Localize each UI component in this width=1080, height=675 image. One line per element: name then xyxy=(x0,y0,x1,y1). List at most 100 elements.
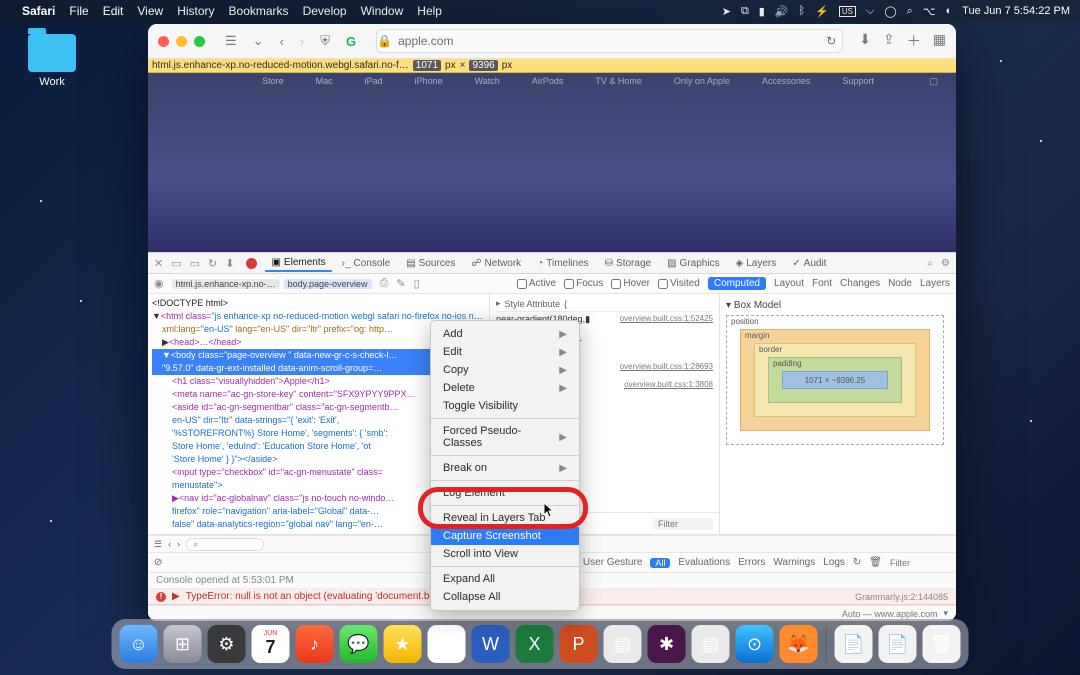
dock-firefox[interactable]: 🦊 xyxy=(780,625,818,663)
tab-graphics[interactable]: ▨Graphics xyxy=(661,256,725,271)
filter-all[interactable]: All xyxy=(650,558,670,568)
error-source-link[interactable]: Grammarly.js:2:144085 xyxy=(855,592,948,602)
tab-layers[interactable]: ◈Layers xyxy=(730,256,783,271)
ctx-break-on[interactable]: Break on▶ xyxy=(431,459,579,477)
ctx-delete[interactable]: Delete▶ xyxy=(431,379,579,397)
menubar-file[interactable]: File xyxy=(69,4,88,18)
error-count-badge[interactable] xyxy=(246,258,257,269)
tab-storage[interactable]: ⛁Storage xyxy=(599,256,657,271)
inspector-reload-icon[interactable]: ↻ xyxy=(208,257,217,270)
ctx-toggle-visibility[interactable]: Toggle Visibility xyxy=(431,397,579,415)
window-close-button[interactable] xyxy=(158,36,169,47)
tab-overview-icon[interactable]: ▦ xyxy=(933,31,946,51)
ctx-scroll-into-view[interactable]: Scroll into View xyxy=(431,545,579,563)
status-dropdown-icon[interactable]: ▾ xyxy=(943,608,948,619)
ctx-copy[interactable]: Copy▶ xyxy=(431,361,579,379)
ctx-log-element[interactable]: Log Element xyxy=(431,484,579,502)
styles-filter-input[interactable] xyxy=(653,518,713,530)
tab-audit[interactable]: ✓Audit xyxy=(786,256,832,271)
dock-music[interactable]: ♪ xyxy=(296,625,334,663)
ctx-reveal-layers[interactable]: Reveal in Layers Tab xyxy=(431,509,579,527)
paint-icon[interactable]: ✎ xyxy=(396,277,405,290)
dock-app[interactable]: ▤ xyxy=(604,625,642,663)
ctx-add[interactable]: Add▶ xyxy=(431,325,579,343)
dock-powerpoint[interactable]: P xyxy=(560,625,598,663)
input-source-icon[interactable]: US xyxy=(839,6,856,17)
nav-back-icon[interactable]: ‹ xyxy=(276,32,288,51)
css-source-link[interactable]: overview.built.css:1:3808 xyxy=(624,380,713,389)
filter-warnings[interactable]: Warnings xyxy=(773,557,815,568)
console-trash-icon[interactable]: 🗑 xyxy=(869,557,882,568)
inspector-download-icon[interactable]: ⬇ xyxy=(225,257,234,270)
window-minimize-button[interactable] xyxy=(176,36,187,47)
tab-network[interactable]: ☍Network xyxy=(465,256,527,271)
dock-safari[interactable]: ⊙ xyxy=(736,625,774,663)
dock-messages[interactable]: 💬 xyxy=(340,625,378,663)
filter-evaluations[interactable]: Evaluations xyxy=(678,557,730,568)
menubar-window[interactable]: Window xyxy=(361,4,404,18)
nav-support[interactable]: Support xyxy=(842,76,874,86)
menubar-clock[interactable]: Tue Jun 7 5:54:22 PM xyxy=(962,5,1070,17)
menubar-view[interactable]: View xyxy=(137,4,163,18)
nav-tvhome[interactable]: TV & Home xyxy=(595,76,642,86)
tab-console[interactable]: ›_Console xyxy=(336,256,397,271)
css-source-link[interactable]: overview.built.css:1:52425 xyxy=(620,314,713,323)
tab-elements[interactable]: ▣Elements xyxy=(265,255,331,272)
print-icon[interactable]: ⎙ xyxy=(380,277,389,290)
window-zoom-button[interactable] xyxy=(194,36,205,47)
console-clear-icon[interactable]: ⊘ xyxy=(154,557,162,568)
menubar-develop[interactable]: Develop xyxy=(303,4,347,18)
bluetooth-icon[interactable]: ᛒ xyxy=(799,5,806,17)
nav-mac[interactable]: Mac xyxy=(316,76,333,86)
location-icon[interactable]: ➤ xyxy=(722,5,731,18)
battery-icon[interactable]: ▮ xyxy=(759,5,765,18)
menubar-edit[interactable]: Edit xyxy=(103,4,124,18)
siri-icon[interactable]: ◐ xyxy=(946,5,953,17)
dock-trash[interactable]: 🗑 xyxy=(923,625,961,663)
dock-app2[interactable]: ▤ xyxy=(692,625,730,663)
reload-icon[interactable]: ↻ xyxy=(826,34,836,48)
menubar-bookmarks[interactable]: Bookmarks xyxy=(229,4,289,18)
dropbox-icon[interactable]: ⧉ xyxy=(741,5,749,18)
pseudo-visited[interactable]: Visited xyxy=(658,278,700,289)
sidebar-toggle-icon[interactable]: ☰ xyxy=(221,31,241,51)
tab-sources[interactable]: ▤Sources xyxy=(400,256,461,271)
nav-forward-icon[interactable]: › xyxy=(296,32,308,51)
ctx-edit[interactable]: Edit▶ xyxy=(431,343,579,361)
console-reload-icon[interactable]: ↻ xyxy=(853,557,861,568)
dom-search-input[interactable] xyxy=(186,538,264,551)
styles-node[interactable]: Node xyxy=(888,278,912,289)
dock-launchpad[interactable]: ⊞ xyxy=(164,625,202,663)
grammarly-icon[interactable]: G xyxy=(342,32,360,51)
breadcrumb-body[interactable]: body.page-overview xyxy=(284,279,372,289)
inspector-close-icon[interactable]: ✕ xyxy=(154,257,163,270)
ruler-icon[interactable]: ▯ xyxy=(414,277,420,290)
chevron-down-icon[interactable]: ⌄ xyxy=(249,31,268,51)
dock-chrome[interactable]: ◐ xyxy=(428,625,466,663)
menubar-history[interactable]: History xyxy=(177,4,214,18)
crumb-fwd-icon[interactable]: › xyxy=(177,539,180,549)
console-filter-input[interactable] xyxy=(890,558,950,568)
nav-acc[interactable]: Accessories xyxy=(762,76,811,86)
nav-iphone[interactable]: iPhone xyxy=(415,76,443,86)
ctx-expand-all[interactable]: Expand All xyxy=(431,570,579,588)
filter-logs[interactable]: Logs xyxy=(823,557,845,568)
pseudo-hover[interactable]: Hover xyxy=(611,278,650,289)
tab-timelines[interactable]: ◔Timelines xyxy=(531,256,594,271)
dock-excel[interactable]: X xyxy=(516,625,554,663)
ctx-forced-pseudo[interactable]: Forced Pseudo-Classes▶ xyxy=(431,422,579,452)
styles-changes[interactable]: Changes xyxy=(840,278,880,289)
dom-tree-icon[interactable]: ☰ xyxy=(154,539,162,550)
styles-layout[interactable]: Layout xyxy=(774,278,804,289)
wifi-icon[interactable]: ⌵ xyxy=(866,5,874,18)
inspector-dock-icon[interactable]: ▭ xyxy=(171,257,181,270)
crumb-back-icon[interactable]: ‹ xyxy=(168,539,171,549)
nav-ipad[interactable]: iPad xyxy=(365,76,383,86)
styles-computed[interactable]: Computed xyxy=(708,277,766,290)
filter-errors[interactable]: Errors xyxy=(738,557,765,568)
menubar-app[interactable]: Safari xyxy=(22,4,55,18)
inspector-search-icon[interactable]: ⌕ xyxy=(927,258,933,269)
css-source-link[interactable]: overview.built.css:1:28693 xyxy=(620,362,713,371)
dock-slack[interactable]: ✱ xyxy=(648,625,686,663)
downloads-icon[interactable]: ⬇ xyxy=(859,31,871,51)
